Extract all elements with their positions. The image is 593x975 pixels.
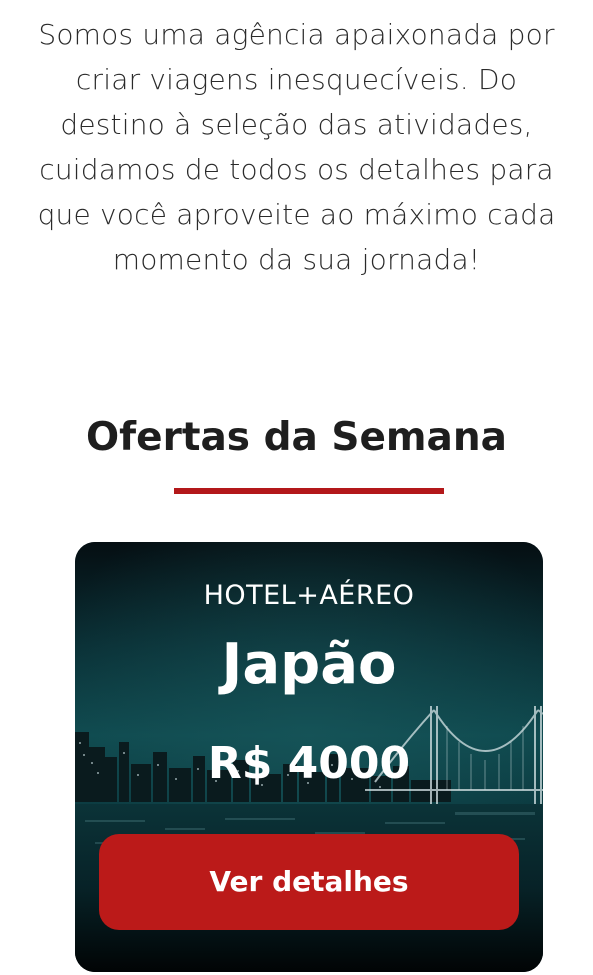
title-underline [174, 488, 444, 494]
offer-price: R$ 4000 [207, 738, 411, 789]
offer-destination: Japão [221, 632, 397, 697]
offer-card: HOTEL+AÉREO Japão R$ 4000 Ver detalhes [75, 542, 543, 972]
details-button[interactable]: Ver detalhes [99, 834, 519, 930]
offer-category: HOTEL+AÉREO [203, 580, 415, 611]
section-title: Ofertas da Semana [86, 415, 507, 460]
intro-text: Somos uma agência apaixonada por criar v… [37, 18, 556, 276]
